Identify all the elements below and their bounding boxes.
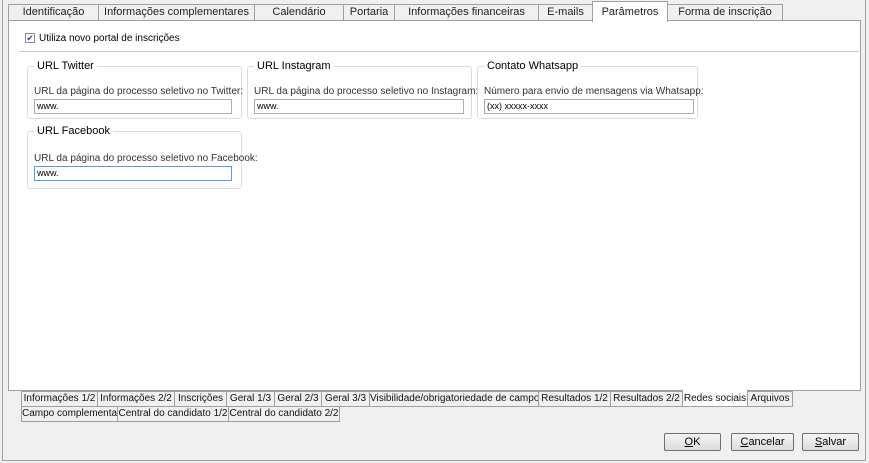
tab-resultados-1-2[interactable]: Resultados 1/2 [538, 391, 611, 407]
tab-geral-3-3[interactable]: Geral 3/3 [321, 391, 370, 407]
facebook-group: URL Facebook URL da página do processo s… [27, 125, 258, 189]
twitter-group-title: URL Twitter [34, 60, 97, 72]
twitter-url-label: URL da página do processo seletivo no Tw… [34, 86, 244, 97]
ok-button[interactable]: OK [664, 433, 721, 451]
tab-emails[interactable]: E-mails [538, 4, 593, 21]
tab-informacoes-financeiras[interactable]: Informações financeiras [394, 4, 539, 21]
instagram-url-input[interactable]: www. [254, 99, 464, 114]
facebook-url-input[interactable]: www. [34, 166, 232, 181]
cancel-button[interactable]: Cancelar [731, 433, 794, 451]
facebook-url-label: URL da página do processo seletivo no Fa… [34, 153, 258, 164]
instagram-group-title: URL Instagram [254, 60, 334, 72]
save-button[interactable]: Salvar [802, 433, 859, 451]
tab-arquivos[interactable]: Arquivos [747, 391, 793, 407]
twitter-group: URL Twitter URL da página do processo se… [27, 60, 244, 119]
tab-central-candidato-2-2[interactable]: Central do candidato 2/2 [228, 406, 340, 422]
tab-portaria[interactable]: Portaria [343, 4, 395, 21]
tab-inscricoes[interactable]: Inscrições [174, 391, 227, 407]
tab-calendario[interactable]: Calendário [254, 4, 344, 21]
tab-redes-sociais[interactable]: Redes sociais [682, 389, 748, 407]
new-portal-label: Utiliza novo portal de inscrições [39, 33, 180, 44]
new-portal-checkbox[interactable]: ✔ [25, 33, 35, 43]
whatsapp-number-input[interactable]: (xx) xxxxx-xxxx [484, 99, 694, 114]
tab-visibilidade-obrigatoriedade[interactable]: Visibilidade/obrigatoriedade de campos [369, 391, 544, 407]
tab-forma-de-inscricao[interactable]: Forma de inscrição [667, 4, 783, 21]
twitter-url-input[interactable]: www. [34, 99, 232, 114]
whatsapp-group-title: Contato Whatsapp [484, 60, 582, 72]
instagram-url-label: URL da página do processo seletivo no In… [254, 86, 479, 97]
tab-parametros[interactable]: Parâmetros [592, 1, 668, 22]
tab-informacoes-1-2[interactable]: Informações 1/2 [21, 391, 98, 407]
tab-informacoes-2-2[interactable]: Informações 2/2 [97, 391, 175, 407]
tab-campo-complementar[interactable]: Campo complementar [21, 406, 120, 422]
tab-geral-1-3[interactable]: Geral 1/3 [226, 391, 275, 407]
whatsapp-group: Contato Whatsapp Número para envio de me… [477, 60, 704, 119]
tab-geral-2-3[interactable]: Geral 2/3 [274, 391, 322, 407]
facebook-group-title: URL Facebook [34, 125, 113, 137]
instagram-group: URL Instagram URL da página do processo … [247, 60, 478, 119]
whatsapp-number-label: Número para envio de mensagens via Whats… [484, 86, 704, 97]
tab-identificacao[interactable]: Identificação [8, 4, 99, 21]
tab-resultados-2-2[interactable]: Resultados 2/2 [610, 391, 683, 407]
tab-central-candidato-1-2[interactable]: Central do candidato 1/2 [117, 406, 229, 422]
tab-informacoes-complementares[interactable]: Informações complementares [98, 4, 255, 21]
